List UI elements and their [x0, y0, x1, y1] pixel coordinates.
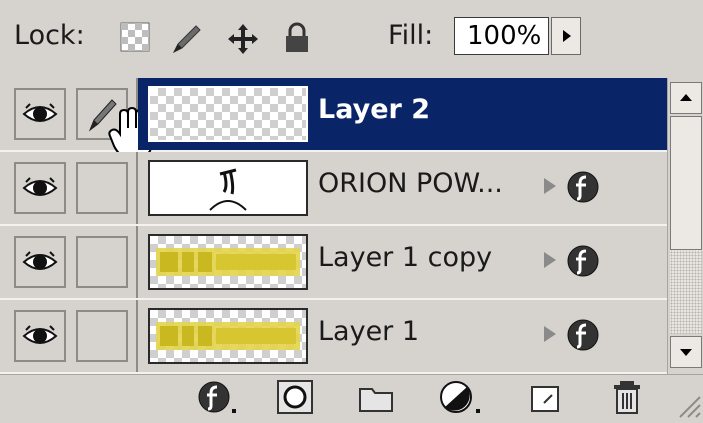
layer-link-box[interactable] — [76, 236, 128, 288]
layer-effects-icon — [567, 245, 599, 277]
layers-scrollbar[interactable] — [667, 78, 703, 374]
layer-controls — [0, 152, 138, 224]
layer-row[interactable]: Layer 1 copy — [0, 226, 667, 300]
eye-icon — [22, 103, 58, 122]
visibility-toggle[interactable] — [14, 88, 66, 140]
adjustment-layer-icon[interactable] — [438, 379, 484, 421]
arrow-down-icon — [680, 349, 692, 356]
layer-row[interactable]: ORION POW... — [0, 152, 667, 226]
layer-name[interactable]: Layer 1 copy — [318, 242, 492, 273]
layer-row[interactable]: Layer 2 — [0, 78, 667, 159]
new-layer-icon[interactable] — [526, 379, 564, 421]
resize-grip[interactable] — [676, 385, 702, 423]
eye-icon — [22, 251, 58, 270]
scroll-thumb[interactable] — [670, 116, 702, 250]
layer-controls — [0, 78, 153, 159]
visibility-toggle[interactable] — [14, 162, 66, 214]
fill-input[interactable]: 100% — [454, 17, 549, 55]
expand-effects-icon[interactable] — [542, 176, 558, 196]
layer-link-box[interactable] — [76, 162, 128, 214]
arrow-up-icon — [680, 94, 692, 101]
layer-effects-icon — [567, 171, 599, 203]
lock-label: Lock: — [14, 20, 85, 51]
trash-icon[interactable] — [608, 379, 646, 421]
layer-thumbnail — [148, 234, 308, 290]
new-group-icon[interactable] — [356, 379, 396, 421]
eye-icon — [22, 325, 58, 344]
layers-footer — [0, 374, 703, 421]
layers-list: Layer 2 ORION POW... Layer 1 copy Layer … — [0, 78, 667, 374]
lock-all-icon[interactable] — [282, 22, 312, 58]
layer-name[interactable]: ORION POW... — [318, 168, 503, 199]
layer-row-main[interactable]: Layer 1 copy — [138, 226, 667, 298]
layer-row-main[interactable]: Layer 1 — [138, 300, 667, 372]
scroll-down-button[interactable] — [670, 336, 702, 368]
layer-style-icon[interactable] — [196, 379, 240, 421]
layer-row[interactable]: Layer 1 — [0, 300, 667, 374]
lock-transparent-icon[interactable] — [120, 22, 150, 56]
layer-name[interactable]: Layer 1 — [318, 316, 419, 347]
layer-thumbnail — [148, 308, 308, 364]
expand-effects-icon[interactable] — [542, 324, 558, 344]
fill-label: Fill: — [388, 20, 434, 51]
layer-link-box[interactable] — [76, 310, 128, 362]
layer-controls — [0, 226, 138, 298]
eye-icon — [22, 177, 58, 196]
lock-image-icon[interactable] — [170, 22, 204, 60]
layer-row-main[interactable]: ORION POW... — [138, 152, 667, 224]
layer-effects-icon — [567, 319, 599, 351]
expand-effects-icon[interactable] — [542, 250, 558, 270]
layer-row-main[interactable]: Layer 2 — [138, 78, 667, 150]
fill-dropdown-button[interactable] — [551, 17, 581, 55]
visibility-toggle[interactable] — [14, 236, 66, 288]
visibility-toggle[interactable] — [14, 310, 66, 362]
layer-name[interactable]: Layer 2 — [318, 94, 430, 125]
layer-thumbnail — [148, 86, 308, 142]
layer-mask-icon[interactable] — [276, 379, 316, 421]
lock-position-icon[interactable] — [226, 22, 260, 60]
layer-options-bar: Lock: Fill: 100% — [0, 0, 703, 79]
layer-thumbnail — [148, 160, 308, 216]
scroll-up-button[interactable] — [670, 82, 702, 114]
layer-controls — [0, 300, 138, 372]
